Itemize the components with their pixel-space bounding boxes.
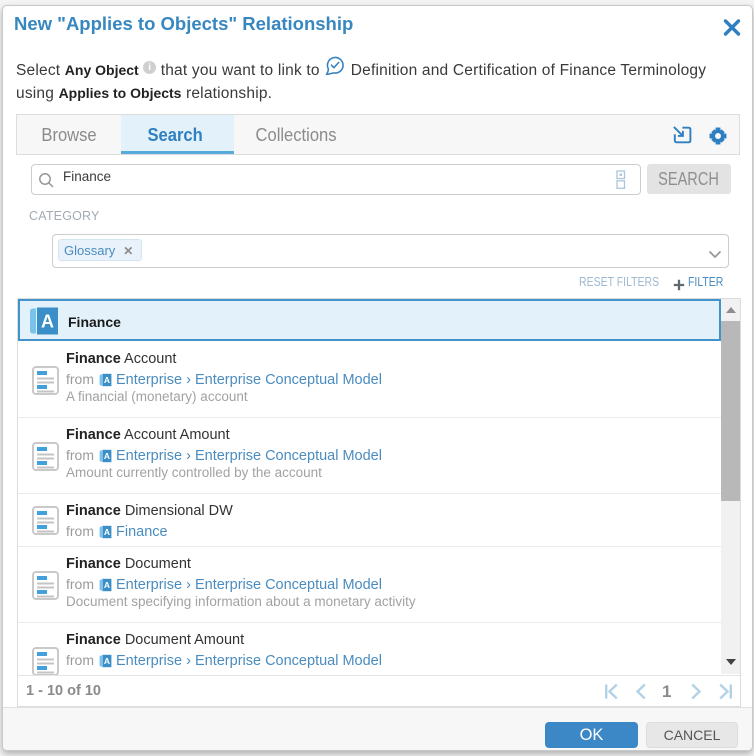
svg-text:A: A	[41, 312, 54, 332]
svg-text:A: A	[104, 375, 110, 385]
svg-text:A: A	[104, 527, 110, 537]
svg-text:A: A	[104, 580, 110, 590]
svg-text:A: A	[104, 656, 110, 666]
svg-text:A: A	[104, 451, 110, 461]
